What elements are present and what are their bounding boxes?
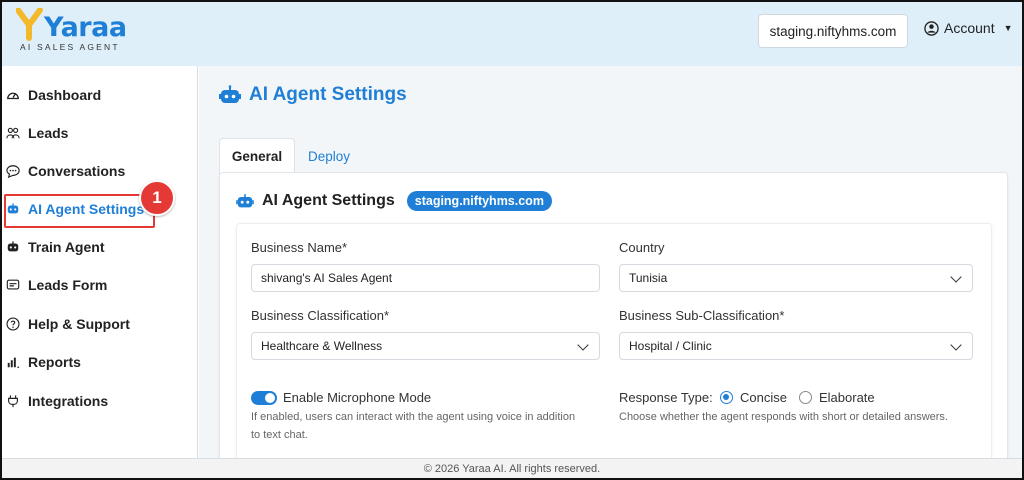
highlight-box	[4, 194, 155, 228]
sidebar-item-label: Leads Form	[28, 277, 108, 293]
classification-value: Healthcare & Wellness	[261, 339, 383, 353]
classification-select[interactable]: Healthcare & Wellness	[251, 332, 600, 360]
footer: © 2026 Yaraa AI. All rights reserved.	[2, 458, 1022, 478]
sidebar: Dashboard Leads Conversations AI Agent S…	[2, 66, 198, 458]
tab-deploy[interactable]: Deploy	[299, 138, 359, 174]
app-window: Yaraa AI SALES AGENT staging.niftyhms.co…	[0, 0, 1024, 480]
page-title: AI Agent Settings	[219, 84, 407, 106]
classification-label: Business Classification*	[251, 308, 390, 323]
robot-icon	[236, 194, 254, 208]
form-icon	[6, 278, 20, 292]
logo-y-mark	[16, 8, 43, 41]
sub-classification-label: Business Sub-Classification*	[619, 308, 785, 323]
country-select[interactable]: Tunisia	[619, 264, 973, 292]
card-title: AI Agent Settings staging.niftyhms.com	[236, 191, 552, 211]
chat-icon	[6, 164, 20, 178]
sidebar-item-train-agent[interactable]: Train Agent	[6, 232, 105, 262]
chevron-down-icon	[577, 339, 589, 351]
tab-general[interactable]: General	[219, 138, 295, 174]
sub-classification-value: Hospital / Clinic	[629, 339, 712, 353]
logo-wordmark: Yaraa	[44, 12, 127, 43]
sidebar-item-label: Dashboard	[28, 87, 102, 103]
settings-form: Business Name* shivang's AI Sales Agent …	[236, 223, 992, 463]
step-number-badge: 1	[139, 180, 175, 216]
plug-icon	[6, 394, 20, 408]
sidebar-item-integrations[interactable]: Integrations	[6, 386, 108, 416]
sidebar-item-label: Integrations	[28, 393, 109, 409]
robot-icon	[6, 240, 20, 254]
radio-concise[interactable]	[720, 391, 733, 404]
sidebar-item-label: Help & Support	[28, 316, 130, 332]
country-label: Country	[619, 240, 665, 255]
logo-tagline: AI SALES AGENT	[20, 42, 120, 52]
card-title-text: AI Agent Settings	[262, 192, 395, 209]
chevron-down-icon: ▼	[1003, 23, 1013, 33]
country-value: Tunisia	[629, 271, 668, 285]
business-name-input[interactable]: shivang's AI Sales Agent	[251, 264, 600, 292]
sidebar-item-label: Leads	[28, 125, 69, 141]
help-icon	[6, 317, 20, 331]
account-menu[interactable]: Account ▼	[924, 20, 1013, 36]
user-circle-icon	[924, 20, 939, 36]
sidebar-item-dashboard[interactable]: Dashboard	[6, 80, 101, 110]
chevron-down-icon	[950, 271, 962, 283]
business-name-label: Business Name*	[251, 240, 348, 255]
radio-elaborate-label: Elaborate	[819, 390, 875, 405]
bar-chart-icon	[6, 355, 20, 369]
sidebar-item-label: Train Agent	[28, 239, 105, 255]
sidebar-item-leads-form[interactable]: Leads Form	[6, 270, 107, 300]
sidebar-item-label: Reports	[28, 354, 81, 370]
microphone-help-line2: to text chat.	[251, 429, 308, 441]
response-type-help: Choose whether the agent responds with s…	[619, 411, 948, 423]
sidebar-item-label: Conversations	[28, 163, 126, 179]
sidebar-item-conversations[interactable]: Conversations	[6, 156, 125, 186]
account-label: Account	[944, 20, 995, 36]
settings-card: AI Agent Settings staging.niftyhms.com B…	[219, 172, 1008, 472]
top-header: Yaraa AI SALES AGENT staging.niftyhms.co…	[2, 2, 1022, 66]
domain-badge: staging.niftyhms.com	[406, 191, 552, 211]
chevron-down-icon	[950, 339, 962, 351]
radio-elaborate[interactable]	[799, 391, 812, 404]
robot-icon	[219, 85, 241, 103]
domain-button[interactable]: staging.niftyhms.com	[758, 14, 908, 48]
sub-classification-select[interactable]: Hospital / Clinic	[619, 332, 973, 360]
radio-concise-label: Concise	[740, 390, 787, 405]
response-type-label: Response Type:	[619, 390, 713, 405]
microphone-label: Enable Microphone Mode	[283, 390, 432, 405]
gauge-icon	[6, 88, 20, 102]
brand-logo[interactable]: Yaraa AI SALES AGENT	[16, 8, 127, 56]
main-content: AI Agent Settings General Deploy AI Agen…	[199, 66, 1022, 472]
microphone-help-line1: If enabled, users can interact with the …	[251, 411, 576, 423]
sidebar-item-leads[interactable]: Leads	[6, 118, 68, 148]
sidebar-item-help-support[interactable]: Help & Support	[6, 309, 130, 339]
microphone-toggle[interactable]	[251, 391, 277, 405]
sidebar-item-reports[interactable]: Reports	[6, 347, 81, 377]
page-title-text: AI Agent Settings	[249, 84, 407, 105]
users-icon	[6, 126, 20, 140]
